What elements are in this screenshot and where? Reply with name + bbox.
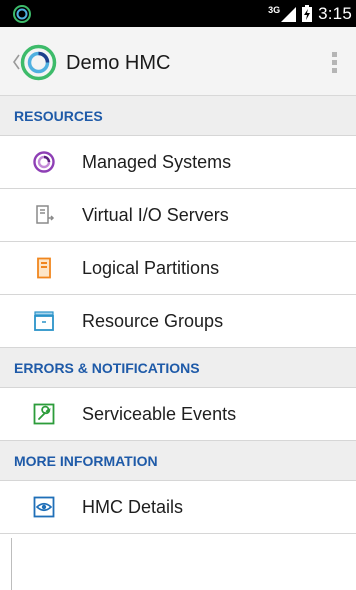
status-bar: 3G 3:15 [0, 0, 356, 27]
list-item-hmc-details[interactable]: HMC Details [0, 481, 356, 534]
list-item-label: HMC Details [82, 497, 184, 517]
section-header-resources: RESOURCES [0, 96, 356, 136]
overflow-menu-icon[interactable] [324, 47, 344, 77]
network-type-label: 3G [268, 4, 281, 15]
overflow-dot [331, 59, 337, 65]
battery-charging-icon [302, 5, 313, 22]
list-item-label: Logical Partitions [82, 258, 220, 278]
frame-divider [11, 538, 12, 590]
list-item-virtual-io-servers[interactable]: Virtual I/O Servers [0, 189, 356, 242]
list-item-label: Serviceable Events [82, 404, 237, 424]
section-header-label: RESOURCES [14, 108, 103, 124]
list-item-managed-systems[interactable]: Managed Systems [0, 136, 356, 189]
list-item-serviceable-events[interactable]: Serviceable Events [0, 388, 356, 441]
section-header-label: ERRORS & NOTIFICATIONS [14, 360, 200, 376]
empty-list-area [0, 538, 356, 590]
app-notification-icon [13, 5, 31, 23]
list-item-label: Resource Groups [82, 311, 224, 331]
chevron-left-icon[interactable] [12, 54, 20, 70]
device-screen: 3G 3:15 Demo HMC RESOURCES Managed Syste… [0, 0, 356, 590]
overflow-dot [331, 51, 337, 57]
status-time: 3:15 [318, 3, 352, 23]
list-item-label: Virtual I/O Servers [82, 205, 229, 225]
resource-groups-icon [34, 311, 54, 331]
section-header-more-information: MORE INFORMATION [0, 441, 356, 481]
eye-icon [33, 496, 55, 518]
virtual-io-servers-icon [36, 205, 55, 224]
section-header-errors-notifications: ERRORS & NOTIFICATIONS [0, 348, 356, 388]
app-logo-icon[interactable] [20, 44, 57, 81]
status-indicators: 3G 3:15 [268, 0, 352, 27]
section-header-label: MORE INFORMATION [14, 453, 158, 469]
app-title: Demo HMC [66, 52, 171, 74]
managed-systems-icon [33, 151, 55, 173]
list-item-label: Managed Systems [82, 152, 232, 172]
cell-signal-icon [281, 6, 297, 22]
logical-partitions-icon [37, 257, 51, 279]
overflow-dot [331, 67, 337, 73]
signal-indicator: 3G [268, 4, 297, 24]
wrench-icon [33, 403, 55, 425]
list-item-resource-groups[interactable]: Resource Groups [0, 295, 356, 348]
list-item-logical-partitions[interactable]: Logical Partitions [0, 242, 356, 295]
action-bar: Demo HMC [0, 27, 356, 96]
